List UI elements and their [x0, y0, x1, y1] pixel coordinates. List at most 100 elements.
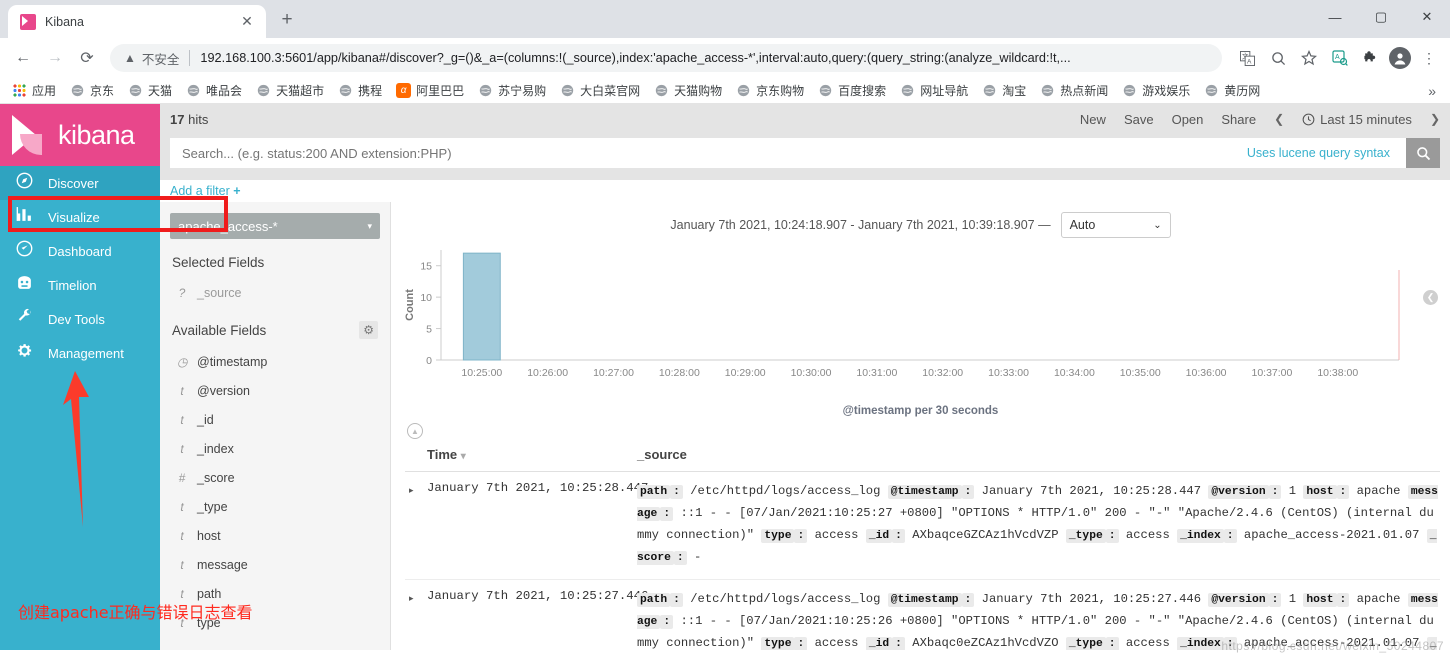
- bookmarks-overflow-icon[interactable]: »: [1420, 83, 1444, 99]
- hits-label: hits: [188, 111, 209, 127]
- forward-icon[interactable]: →: [40, 43, 70, 73]
- bookmark-item[interactable]: 网址导航: [894, 80, 974, 101]
- histogram-bar[interactable]: [462, 252, 501, 361]
- gear-icon[interactable]: ⚙: [359, 321, 378, 339]
- zoom-out-icon[interactable]: [1265, 45, 1291, 71]
- source-column-header[interactable]: _source: [637, 443, 1440, 472]
- bookmark-item[interactable]: 大白菜官网: [554, 80, 646, 101]
- new-tab-button[interactable]: +: [272, 6, 302, 36]
- source-field-value: access: [1125, 636, 1170, 650]
- bookmark-item[interactable]: 应用: [6, 80, 62, 101]
- sidebar-item-dashboard[interactable]: Dashboard: [0, 234, 160, 268]
- sidebar-item-discover[interactable]: Discover: [0, 166, 160, 200]
- sidebar-item-visualize[interactable]: Visualize: [0, 200, 160, 234]
- chevron-down-icon: ▾: [367, 220, 372, 231]
- sidebar-item-dev-tools[interactable]: Dev Tools: [0, 302, 160, 336]
- add-filter-link[interactable]: Add a filter +: [170, 184, 241, 198]
- expand-row-icon[interactable]: ▸: [405, 593, 414, 603]
- time-picker[interactable]: Last 15 minutes: [1302, 112, 1412, 127]
- discover-content: January 7th 2021, 10:24:18.907 - January…: [390, 202, 1450, 650]
- new-button[interactable]: New: [1080, 112, 1106, 127]
- index-pattern-label: apache_access-*: [178, 218, 278, 234]
- histogram-svg: 0 5 10 15 Count 10:25:00 10:26:00 10:27:00 10:28…: [404, 250, 1400, 379]
- bookmark-item[interactable]: 携程: [332, 80, 388, 101]
- three-dot-menu-icon[interactable]: ⋮: [1416, 45, 1442, 71]
- available-fields-list: ◷ @timestamp t @version t _id t _index # _score t _…: [160, 347, 390, 637]
- open-button[interactable]: Open: [1172, 112, 1204, 127]
- bookmark-item[interactable]: 百度搜索: [812, 80, 892, 101]
- source-field-value: 1: [1288, 484, 1297, 498]
- bookmark-label: 网址导航: [920, 84, 969, 98]
- source-field-key: _type: [1065, 637, 1106, 650]
- minimize-icon[interactable]: —: [1312, 0, 1358, 34]
- close-icon[interactable]: ✕: [238, 13, 256, 31]
- bookmark-label: 携程: [358, 84, 383, 98]
- profile-icon[interactable]: [1389, 47, 1411, 69]
- field-item[interactable]: ? _source: [160, 278, 390, 307]
- bookmark-label: 百度搜索: [838, 84, 887, 98]
- field-item[interactable]: t host: [160, 521, 390, 550]
- window-close-icon[interactable]: ✕: [1404, 0, 1450, 34]
- field-item[interactable]: t message: [160, 550, 390, 579]
- back-icon[interactable]: ←: [8, 43, 38, 73]
- collapse-up-icon[interactable]: ▲: [407, 423, 423, 439]
- field-item[interactable]: t _id: [160, 405, 390, 434]
- index-pattern-selector[interactable]: apache_access-* ▾: [170, 213, 380, 239]
- source-field-separator: :: [673, 551, 687, 565]
- search-submit-button[interactable]: [1406, 138, 1440, 168]
- puzzle-icon[interactable]: [1358, 45, 1384, 71]
- share-button[interactable]: Share: [1221, 112, 1256, 127]
- compass-icon: [14, 172, 34, 194]
- bookmark-item[interactable]: 京东: [64, 80, 120, 101]
- chevron-left-icon[interactable]: ❮: [1274, 112, 1284, 126]
- field-item[interactable]: # _score: [160, 463, 390, 492]
- bookmark-item[interactable]: 游戏娱乐: [1116, 80, 1196, 101]
- source-field-separator: :: [961, 485, 975, 499]
- bookmark-item[interactable]: 京东购物: [730, 80, 810, 101]
- save-button[interactable]: Save: [1124, 112, 1154, 127]
- source-header-label: _source: [637, 447, 687, 462]
- table-row[interactable]: ▸ January 7th 2021, 10:25:28.447 path: /et…: [405, 471, 1440, 580]
- star-icon[interactable]: [1296, 45, 1322, 71]
- lucene-syntax-link[interactable]: Uses lucene query syntax: [1247, 146, 1396, 160]
- bookmark-item[interactable]: 唯品会: [180, 80, 248, 101]
- reload-icon[interactable]: ⟳: [72, 43, 102, 73]
- bookmarks-bar: 应用 京东 天猫 唯品会 天猫超市 携程 α 阿里巴巴 苏宁易购 大白菜官网 天猫购物 京东购物 百度搜…: [0, 78, 1450, 104]
- url-text: 192.168.100.3:5601/app/kibana#/discover?…: [200, 51, 1071, 65]
- collapse-left-icon[interactable]: ❮: [1423, 290, 1438, 305]
- field-item[interactable]: t _index: [160, 434, 390, 463]
- query-input-wrapper[interactable]: Uses lucene query syntax: [170, 138, 1406, 168]
- expand-cell[interactable]: ▸: [405, 471, 427, 580]
- bookmark-item[interactable]: 黄历网: [1198, 80, 1266, 101]
- maximize-icon[interactable]: ▢: [1358, 0, 1404, 34]
- translate-icon[interactable]: 文A: [1234, 45, 1260, 71]
- search-input[interactable]: [180, 144, 1247, 162]
- interval-select[interactable]: Auto ⌄: [1060, 212, 1171, 238]
- bookmark-item[interactable]: α 阿里巴巴: [390, 80, 470, 101]
- address-bar[interactable]: ▲ 不安全 192.168.100.3:5601/app/kibana#/dis…: [110, 44, 1222, 72]
- topbar-actions: New Save Open Share ❮ Last 15 minutes ❯: [1080, 112, 1440, 127]
- sort-caret-icon[interactable]: ▾: [461, 451, 466, 462]
- bookmark-item[interactable]: 天猫超市: [250, 80, 330, 101]
- bookmark-item[interactable]: 淘宝: [976, 80, 1032, 101]
- bookmark-item[interactable]: 天猫: [122, 80, 178, 101]
- expand-cell[interactable]: ▸: [405, 579, 427, 650]
- sidebar-item-timelion[interactable]: Timelion: [0, 268, 160, 302]
- chevron-right-icon[interactable]: ❯: [1430, 112, 1440, 126]
- sidebar-item-label: Dev Tools: [48, 311, 105, 327]
- reader-mode-icon[interactable]: A: [1327, 45, 1353, 71]
- expand-row-icon[interactable]: ▸: [405, 485, 414, 495]
- bookmark-item[interactable]: 苏宁易购: [472, 80, 552, 101]
- field-item[interactable]: t _type: [160, 492, 390, 521]
- time-column-header[interactable]: Time ▾: [427, 443, 637, 472]
- bookmark-item[interactable]: 热点新闻: [1034, 80, 1114, 101]
- browser-tab[interactable]: Kibana ✕: [8, 5, 266, 38]
- x-tick-label: 10:31:00: [856, 367, 897, 379]
- field-item[interactable]: ◷ @timestamp: [160, 347, 390, 376]
- field-item[interactable]: t @version: [160, 376, 390, 405]
- interval-value: Auto: [1069, 218, 1096, 232]
- bookmark-label: 游戏娱乐: [1142, 84, 1191, 98]
- x-tick-label: 10:29:00: [725, 367, 766, 379]
- bookmark-item[interactable]: 天猫购物: [648, 80, 728, 101]
- sidebar-item-management[interactable]: Management: [0, 336, 160, 370]
